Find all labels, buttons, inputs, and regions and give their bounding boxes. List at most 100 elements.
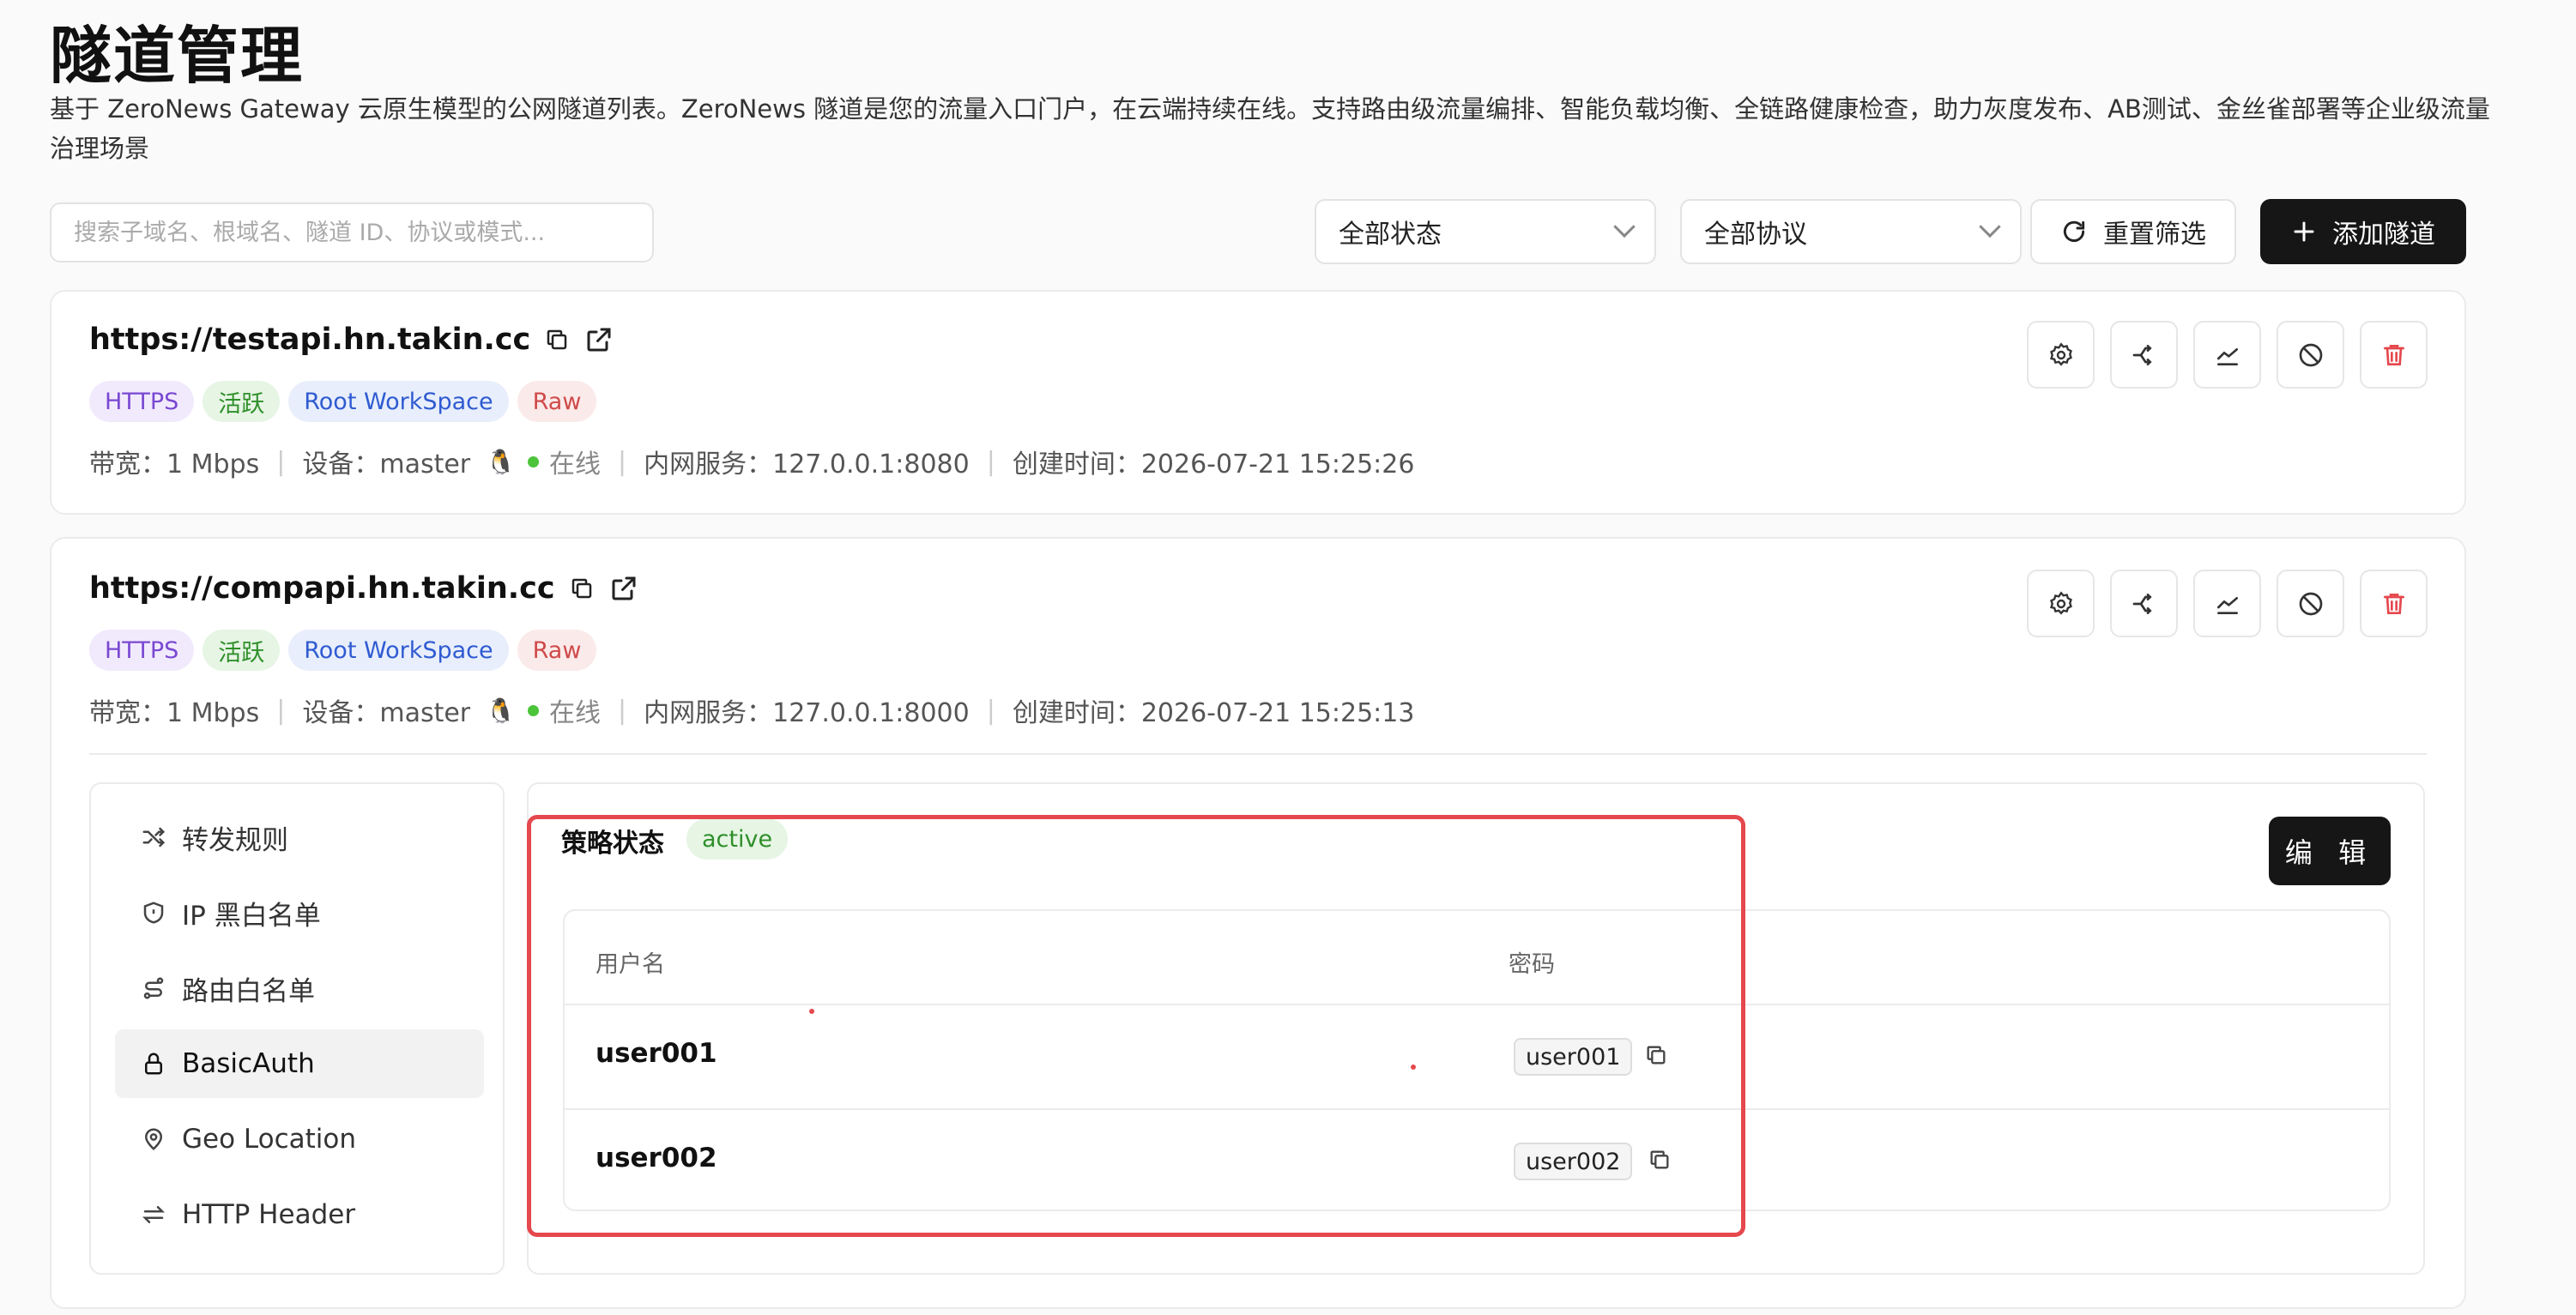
route-button[interactable] bbox=[2110, 570, 2178, 637]
external-link-icon[interactable] bbox=[608, 573, 639, 604]
card-divider bbox=[89, 753, 2427, 755]
linux-icon: 🐧 bbox=[486, 447, 517, 476]
tunnel-meta: 带宽：1 Mbps | 设备：master 🐧 在线 | 内网服务：127.0.… bbox=[89, 691, 1414, 729]
row-divider bbox=[565, 1108, 2389, 1110]
menu-item-label: Geo Location bbox=[182, 1124, 357, 1155]
add-tunnel-button[interactable]: 添加隧道 bbox=[2260, 199, 2466, 264]
copy-icon[interactable] bbox=[544, 327, 570, 353]
password-cell: user001 bbox=[1514, 1038, 1633, 1076]
plus-icon bbox=[2294, 221, 2314, 242]
divider: | bbox=[276, 695, 286, 726]
bandwidth-text: 带宽：1 Mbps bbox=[89, 698, 260, 728]
swap-arrows-icon bbox=[142, 1206, 166, 1223]
shield-icon bbox=[143, 902, 164, 924]
search-input[interactable] bbox=[74, 219, 630, 246]
shuffle-icon bbox=[142, 827, 166, 848]
reset-filter-button[interactable]: 重置筛选 bbox=[2030, 199, 2236, 264]
menu-item-forward-rules[interactable]: 转发规则 bbox=[115, 803, 484, 872]
menu-item-label: BasicAuth bbox=[182, 1048, 315, 1079]
page-description: 基于 ZeroNews Gateway 云原生模型的公网隧道列表。ZeroNew… bbox=[50, 94, 2490, 163]
bandwidth-text: 带宽：1 Mbps bbox=[89, 449, 260, 480]
reset-filter-label: 重置筛选 bbox=[2103, 220, 2206, 250]
status-tag: 活跃 bbox=[203, 630, 281, 671]
gear-icon bbox=[2049, 590, 2072, 615]
route-button[interactable] bbox=[2110, 321, 2178, 389]
tunnel-url[interactable]: https://testapi.hn.takin.cc bbox=[89, 323, 530, 357]
ban-icon bbox=[2299, 343, 2322, 366]
policy-side-menu: 转发规则 IP 黑白名单 路由白名单 BasicAuth Geo Locatio… bbox=[89, 782, 505, 1275]
tunnel-url[interactable]: https://compapi.hn.takin.cc bbox=[89, 571, 555, 606]
annotation-dot bbox=[1411, 1065, 1416, 1070]
trash-icon bbox=[2383, 344, 2404, 365]
tunnel-actions bbox=[2027, 321, 2428, 389]
menu-item-ip-list[interactable]: IP 黑白名单 bbox=[115, 878, 484, 947]
password-cell: user002 bbox=[1514, 1143, 1633, 1180]
divider: | bbox=[618, 446, 627, 477]
disable-button[interactable] bbox=[2277, 570, 2344, 637]
copy-icon[interactable] bbox=[569, 576, 595, 601]
status-filter-select[interactable]: 全部状态 bbox=[1315, 199, 1656, 264]
basicauth-table: 用户名 密码 user001 user001 user002 user002 bbox=[563, 909, 2391, 1211]
disable-button[interactable] bbox=[2277, 321, 2344, 389]
username-cell: user001 bbox=[596, 1038, 717, 1069]
lock-icon bbox=[145, 1053, 162, 1075]
divider: | bbox=[986, 695, 995, 726]
settings-button[interactable] bbox=[2027, 570, 2095, 637]
refresh-icon bbox=[2063, 220, 2085, 242]
menu-item-label: IP 黑白名单 bbox=[182, 900, 321, 932]
tunnel-tags: HTTPS 活跃 Root WorkSpace Raw bbox=[89, 630, 597, 671]
chevron-down-icon bbox=[1613, 215, 1636, 238]
edit-button[interactable]: 编 辑 bbox=[2269, 817, 2391, 885]
settings-button[interactable] bbox=[2027, 321, 2095, 389]
row-divider bbox=[565, 1004, 2389, 1005]
menu-item-label: 路由白名单 bbox=[182, 975, 315, 1007]
search-box[interactable] bbox=[50, 202, 654, 262]
chevron-down-icon bbox=[1979, 215, 2001, 238]
column-header-password: 密码 bbox=[1509, 951, 1555, 978]
copy-icon[interactable] bbox=[1644, 1043, 1668, 1067]
menu-item-label: HTTP Header bbox=[182, 1199, 356, 1230]
policy-status-badge: active bbox=[686, 818, 789, 860]
page-title: 隧道管理 bbox=[50, 20, 305, 92]
internal-service-text: 内网服务：127.0.0.1:8080 bbox=[644, 449, 970, 480]
menu-item-geo-location[interactable]: Geo Location bbox=[115, 1105, 484, 1173]
device-text: 设备：master bbox=[302, 698, 471, 728]
divider: | bbox=[618, 695, 627, 726]
gear-icon bbox=[2049, 341, 2072, 366]
divider: | bbox=[276, 446, 286, 477]
annotation-dot bbox=[809, 1009, 814, 1014]
branch-icon bbox=[2132, 344, 2152, 365]
ban-icon bbox=[2299, 592, 2322, 615]
linux-icon: 🐧 bbox=[486, 696, 517, 725]
delete-button[interactable] bbox=[2360, 570, 2428, 637]
external-link-icon[interactable] bbox=[584, 324, 614, 355]
status-tag: 活跃 bbox=[203, 381, 281, 422]
internal-service-text: 内网服务：127.0.0.1:8000 bbox=[644, 698, 970, 728]
online-dot bbox=[528, 704, 540, 716]
column-header-username: 用户名 bbox=[596, 951, 665, 978]
line-chart-icon bbox=[2216, 347, 2238, 365]
line-chart-icon bbox=[2216, 596, 2238, 614]
menu-item-route-whitelist[interactable]: 路由白名单 bbox=[115, 954, 484, 1022]
device-text: 设备：master bbox=[302, 449, 471, 480]
status-filter-value: 全部状态 bbox=[1339, 220, 1442, 250]
location-pin-icon bbox=[144, 1128, 163, 1150]
metrics-button[interactable] bbox=[2193, 570, 2261, 637]
trash-icon bbox=[2383, 593, 2404, 614]
policy-status-label: 策略状态 bbox=[561, 829, 664, 859]
workspace-tag: Root WorkSpace bbox=[288, 630, 509, 671]
delete-button[interactable] bbox=[2360, 321, 2428, 389]
branch-icon bbox=[2132, 593, 2152, 614]
tunnel-actions bbox=[2027, 570, 2428, 637]
menu-item-http-header[interactable]: HTTP Header bbox=[115, 1180, 484, 1249]
menu-item-basicauth[interactable]: BasicAuth bbox=[115, 1029, 484, 1098]
divider: | bbox=[986, 446, 995, 477]
copy-icon[interactable] bbox=[1648, 1148, 1672, 1172]
tunnel-tags: HTTPS 活跃 Root WorkSpace Raw bbox=[89, 381, 597, 422]
route-icon bbox=[143, 977, 164, 999]
mode-tag: Raw bbox=[517, 630, 597, 671]
metrics-button[interactable] bbox=[2193, 321, 2261, 389]
protocol-tag: HTTPS bbox=[89, 630, 195, 671]
protocol-filter-select[interactable]: 全部协议 bbox=[1680, 199, 2022, 264]
tunnel-url-row: https://testapi.hn.takin.cc bbox=[89, 323, 614, 357]
